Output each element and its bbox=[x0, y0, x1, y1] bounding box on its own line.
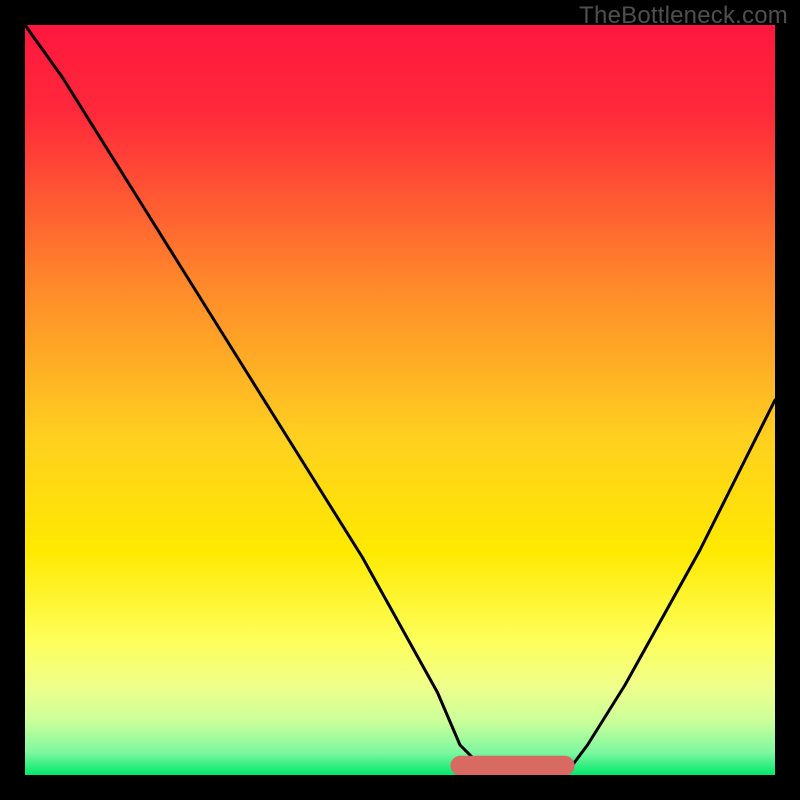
optimal-band bbox=[451, 756, 574, 775]
watermark-text: TheBottleneck.com bbox=[579, 2, 788, 30]
chart-frame: TheBottleneck.com bbox=[0, 0, 800, 800]
optimal-band-shape bbox=[451, 756, 574, 775]
chart-svg bbox=[25, 25, 775, 775]
gradient-background bbox=[25, 25, 775, 775]
plot-area bbox=[25, 25, 775, 775]
